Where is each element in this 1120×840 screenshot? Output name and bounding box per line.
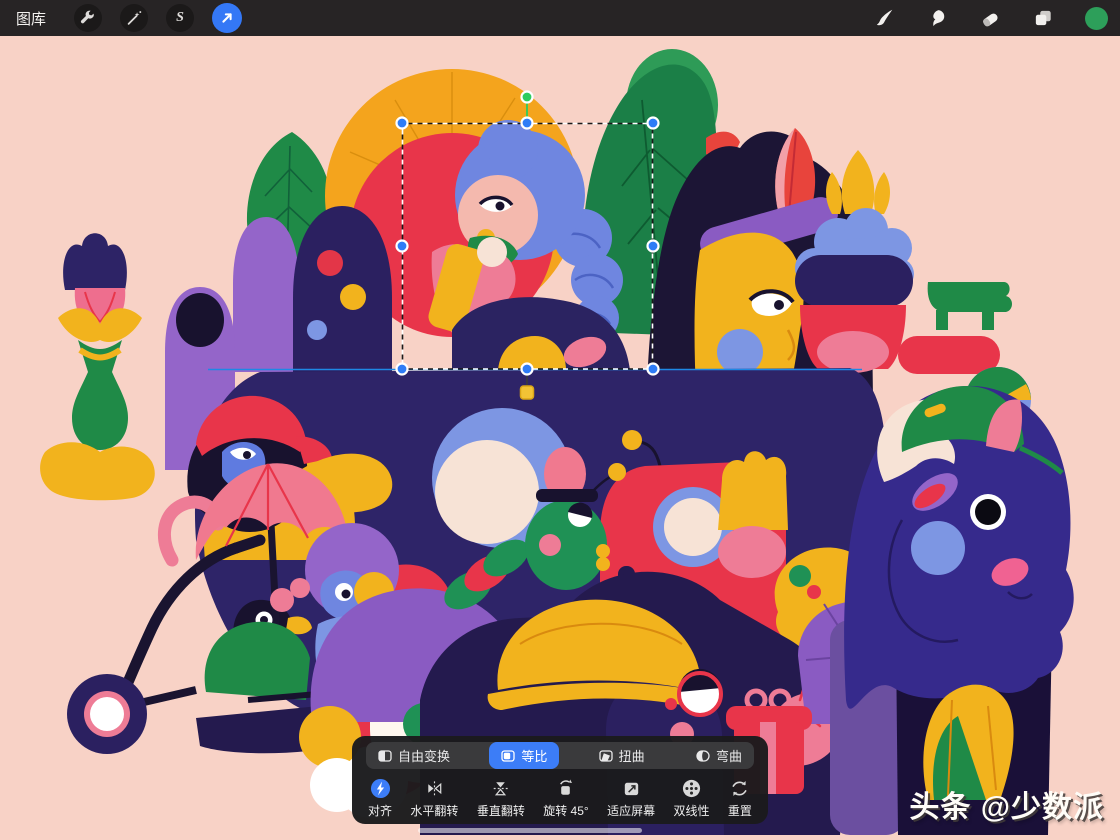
fit-screen-label: 适应屏幕 bbox=[607, 802, 655, 819]
wrench-icon bbox=[79, 9, 97, 27]
handle-top-left[interactable] bbox=[397, 118, 408, 129]
bilinear-button[interactable]: 双线性 bbox=[674, 777, 710, 819]
fit-screen-button[interactable]: 适应屏幕 bbox=[607, 777, 655, 819]
freeform-icon bbox=[378, 749, 392, 763]
eraser-icon bbox=[979, 7, 1001, 29]
reset-label: 重置 bbox=[728, 802, 752, 819]
gallery-button[interactable]: 图库 bbox=[16, 8, 46, 29]
brush-icon bbox=[873, 7, 895, 29]
paint-button[interactable] bbox=[873, 7, 895, 29]
rotate-45-button[interactable]: 旋转 45° bbox=[543, 777, 588, 819]
transform-tool-button[interactable] bbox=[212, 3, 242, 33]
mode-uniform-label: 等比 bbox=[521, 746, 547, 765]
transform-toolbar: 自由变换 等比 扭曲 弯曲 bbox=[352, 736, 768, 824]
actions-button[interactable] bbox=[74, 4, 102, 32]
transform-arrow-icon bbox=[218, 9, 236, 27]
flip-vertical-icon bbox=[490, 778, 511, 799]
adjust-node[interactable] bbox=[521, 386, 534, 399]
layers-icon bbox=[1032, 7, 1054, 29]
smudge-icon bbox=[926, 7, 948, 29]
handle-bottom-center[interactable] bbox=[522, 364, 533, 375]
magic-wand-icon bbox=[125, 9, 143, 27]
mode-freeform[interactable]: 自由变换 bbox=[366, 742, 462, 769]
rotate-45-icon bbox=[555, 778, 576, 799]
flip-horizontal-icon bbox=[424, 778, 445, 799]
adjustments-button[interactable] bbox=[120, 4, 148, 32]
fit-screen-icon bbox=[621, 778, 642, 799]
handle-bottom-right[interactable] bbox=[648, 364, 659, 375]
bilinear-icon bbox=[681, 778, 702, 799]
reset-icon bbox=[729, 778, 750, 799]
canvas[interactable] bbox=[0, 0, 1120, 840]
rotate-45-label: 旋转 45° bbox=[543, 802, 588, 819]
reset-button[interactable]: 重置 bbox=[728, 777, 752, 819]
selection-s-icon: S bbox=[176, 10, 184, 26]
smudge-button[interactable] bbox=[926, 7, 948, 29]
snapping-button[interactable]: 对齐 bbox=[368, 777, 392, 819]
handle-middle-left[interactable] bbox=[397, 241, 408, 252]
color-swatch[interactable] bbox=[1085, 7, 1108, 30]
top-toolbar-left: 图库 S bbox=[0, 3, 242, 33]
mode-distort-label: 扭曲 bbox=[619, 746, 645, 765]
flip-horizontal-button[interactable]: 水平翻转 bbox=[410, 777, 458, 819]
snapping-lightning-icon bbox=[370, 778, 391, 799]
mode-distort[interactable]: 扭曲 bbox=[587, 742, 657, 769]
handle-top-center[interactable] bbox=[522, 118, 533, 129]
warp-icon bbox=[696, 749, 710, 763]
mode-uniform[interactable]: 等比 bbox=[489, 742, 559, 769]
transform-actions-row: 对齐 水平翻转 垂直 bbox=[366, 769, 754, 819]
layers-button[interactable] bbox=[1032, 7, 1054, 29]
mode-warp[interactable]: 弯曲 bbox=[684, 742, 754, 769]
flip-vertical-button[interactable]: 垂直翻转 bbox=[477, 777, 525, 819]
flip-vertical-label: 垂直翻转 bbox=[477, 802, 525, 819]
handle-top-right[interactable] bbox=[648, 118, 659, 129]
handle-bottom-left[interactable] bbox=[397, 364, 408, 375]
top-toolbar: 图库 S bbox=[0, 0, 1120, 36]
mode-warp-label: 弯曲 bbox=[716, 746, 742, 765]
rotation-handle[interactable] bbox=[522, 92, 533, 103]
distort-icon bbox=[599, 749, 613, 763]
top-toolbar-right bbox=[873, 7, 1120, 30]
mode-freeform-label: 自由变换 bbox=[398, 746, 450, 765]
flip-horizontal-label: 水平翻转 bbox=[410, 802, 458, 819]
erase-button[interactable] bbox=[979, 7, 1001, 29]
uniform-icon bbox=[501, 749, 515, 763]
selection-tool-button[interactable]: S bbox=[166, 4, 194, 32]
home-indicator[interactable] bbox=[418, 828, 642, 833]
handle-middle-right[interactable] bbox=[648, 241, 659, 252]
transform-mode-segments: 自由变换 等比 扭曲 弯曲 bbox=[366, 742, 754, 769]
snapping-label: 对齐 bbox=[368, 802, 392, 819]
watermark: 头条 @少数派 bbox=[909, 782, 1104, 826]
bilinear-label: 双线性 bbox=[674, 802, 710, 819]
